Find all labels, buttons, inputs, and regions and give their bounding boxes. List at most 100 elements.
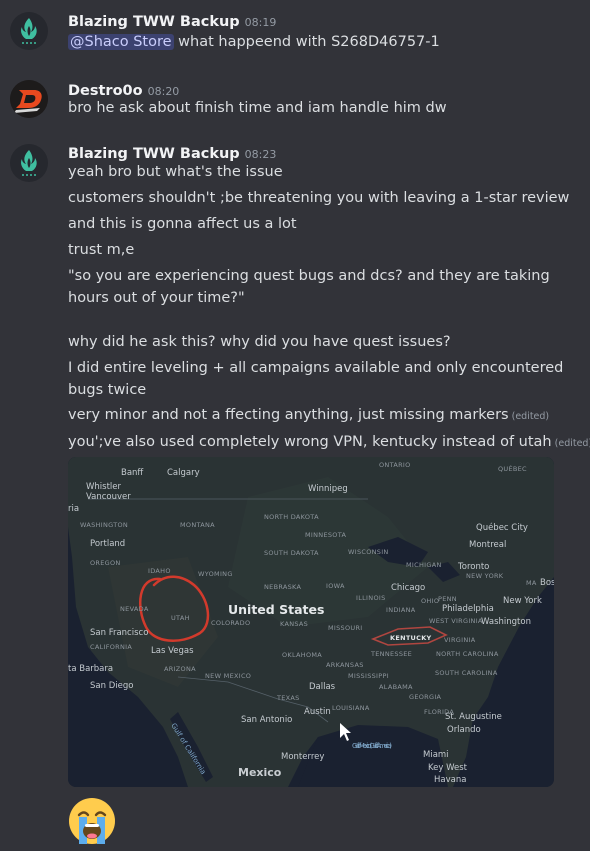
map-label-texas: TEXAS xyxy=(276,694,300,702)
map-label-nebraska: NEBRASKA xyxy=(264,583,302,591)
map-label-ria: ria xyxy=(68,504,79,514)
map-label-tennessee: TENNESSEE xyxy=(370,650,412,658)
message-line: trust m,e xyxy=(68,242,135,258)
message-line: you';ve also used completely wrong VPN, … xyxy=(68,431,590,455)
map-label-indiana: INDIANA xyxy=(386,606,416,614)
avatar[interactable] xyxy=(10,12,48,50)
map-label-las-vegas: Las Vegas xyxy=(151,646,194,656)
map-label-north-dakota: NORTH DAKOTA xyxy=(264,513,319,521)
map-label-winnipeg: Winnipeg xyxy=(308,484,348,494)
map-label-banff: Banff xyxy=(121,468,144,478)
message-line-text: you';ve also used completely wrong VPN, … xyxy=(68,434,552,450)
map-label-chicago: Chicago xyxy=(391,583,425,593)
map-label-washington-dc: Washington xyxy=(481,617,531,627)
map-label-kansas: KANSAS xyxy=(280,620,308,628)
map-label-virginia: VIRGINIA xyxy=(444,636,476,644)
map-label-florida: FLORIDA xyxy=(424,708,454,716)
map-title: United States xyxy=(228,602,324,617)
map-label-new-mexico: NEW MEXICO xyxy=(205,672,251,680)
map-label-san-diego: San Diego xyxy=(90,681,133,691)
map-label-key-west: Key West xyxy=(428,763,468,773)
map-label-mexico: Mexico xyxy=(238,766,282,779)
map-label-ma: MA xyxy=(526,579,537,587)
map-label-barbara: ta Barbara xyxy=(68,664,113,674)
map-label-wisconsin: WISCONSIN xyxy=(348,548,389,556)
map-label-whistler: Whistler xyxy=(86,482,122,492)
message-1: Blazing TWW Backup 08:19 @Shaco Store wha… xyxy=(0,8,590,56)
message-2: Destro0o 08:20 bro he ask about finish ti… xyxy=(0,78,590,126)
message-line: why did he ask this? why did you have qu… xyxy=(68,334,451,350)
map-label-mississippi: MISSISSIPPI xyxy=(348,672,389,680)
map-label-wyoming: WYOMING xyxy=(198,570,233,578)
message-line-text: very minor and not a ffecting anything, … xyxy=(68,407,509,423)
map-label-california: CALIFORNIA xyxy=(90,643,132,651)
map-label-illinois: ILLINOIS xyxy=(356,594,386,602)
us-map: Banff Calgary Whistler Vancouver ria Por… xyxy=(68,457,554,787)
user-mention[interactable]: @Shaco Store xyxy=(68,34,174,50)
avatar[interactable] xyxy=(10,80,48,118)
message-line: and this is gonna affect us a lot xyxy=(68,216,297,232)
map-label-south-dakota: SOUTH DAKOTA xyxy=(264,549,319,557)
map-label-quebec-city: Québec City xyxy=(476,522,528,533)
message-line: "so you are experiencing quest bugs and … xyxy=(68,268,550,306)
map-label-michigan: MICHIGAN xyxy=(406,561,442,569)
map-label-ontario: ONTARIO xyxy=(379,461,411,469)
map-label-montana: MONTANA xyxy=(180,521,215,529)
message-line: yeah bro but what's the issue xyxy=(68,164,283,180)
username[interactable]: Blazing TWW Backup xyxy=(68,146,240,162)
timestamp: 08:19 xyxy=(244,16,277,29)
map-label-nevada: NEVADA xyxy=(120,605,149,613)
timestamp: 08:23 xyxy=(244,148,277,161)
message-line: I did entire leveling + all campaigns av… xyxy=(68,360,564,398)
map-label-new-york: New York xyxy=(503,596,542,606)
edited-label: (edited) xyxy=(511,411,550,422)
map-label-iowa: IOWA xyxy=(326,582,345,590)
username[interactable]: Blazing TWW Backup xyxy=(68,14,240,30)
map-label-calgary: Calgary xyxy=(167,468,200,478)
avatar[interactable] xyxy=(10,144,48,182)
map-label-west-virginia: WEST VIRGINIA xyxy=(429,617,483,625)
d-logo-icon xyxy=(10,80,48,118)
map-label-arizona: ARIZONA xyxy=(164,665,196,673)
map-label-boston: Bost xyxy=(540,578,554,588)
map-label-missouri: MISSOURI xyxy=(328,624,362,632)
map-label-quebec: QUÉBEC xyxy=(498,464,527,473)
map-label-ohio: OHIO xyxy=(421,597,439,605)
map-label-arkansas: ARKANSAS xyxy=(326,661,364,669)
map-label-austin: Austin xyxy=(304,707,331,717)
map-label-oregon: OREGON xyxy=(90,559,121,567)
map-label-philadelphia: Philadelphia xyxy=(442,604,494,614)
map-label-alabama: ALABAMA xyxy=(379,683,413,691)
map-label-idaho: IDAHO xyxy=(148,567,171,575)
flame-logo-icon xyxy=(21,18,37,44)
map-label-monterrey: Monterrey xyxy=(281,752,324,762)
map-label-north-carolina: NORTH CAROLINA xyxy=(436,650,499,658)
message-line: customers shouldn't ;be threatening you … xyxy=(68,190,570,206)
edited-label: (edited) xyxy=(554,438,590,449)
map-label-utah: UTAH xyxy=(171,614,190,622)
message-text-content: what happeend with S268D46757-1 xyxy=(178,34,440,50)
map-label-washington-state: WASHINGTON xyxy=(80,521,128,529)
map-label-colorado: COLORADO xyxy=(211,619,250,627)
message-text: bro he ask about finish time and iam han… xyxy=(68,100,447,116)
map-label-oklahoma: OKLAHOMA xyxy=(282,651,322,659)
map-label-georgia: GEORGIA xyxy=(409,693,442,701)
message-text: @Shaco Store what happeend with S268D467… xyxy=(68,31,440,53)
map-label-gulf-mexico: Gulf of Mexico (Gulf of America) xyxy=(352,742,392,750)
map-label-penn: PENN xyxy=(438,595,457,603)
map-label-san-antonio: San Antonio xyxy=(241,715,292,725)
flame-logo-icon xyxy=(21,150,37,176)
map-label-miami: Miami xyxy=(423,750,449,760)
map-label-south-carolina: SOUTH CAROLINA xyxy=(435,669,498,677)
map-image-attachment[interactable]: Banff Calgary Whistler Vancouver ria Por… xyxy=(68,457,554,787)
map-label-kentucky: KENTUCKY xyxy=(390,634,432,642)
message-header: Blazing TWW Backup 08:23 xyxy=(68,143,276,162)
map-label-dallas: Dallas xyxy=(309,682,336,692)
map-label-orlando: Orlando xyxy=(447,725,481,735)
map-label-san-francisco: San Francisco xyxy=(90,628,148,638)
map-label-vancouver: Vancouver xyxy=(86,492,131,502)
map-label-montreal: Montreal xyxy=(469,540,506,550)
message-header: Blazing TWW Backup 08:19 xyxy=(68,11,276,30)
emoji-svg xyxy=(69,798,115,844)
loudly-crying-face-icon[interactable] xyxy=(66,795,118,847)
